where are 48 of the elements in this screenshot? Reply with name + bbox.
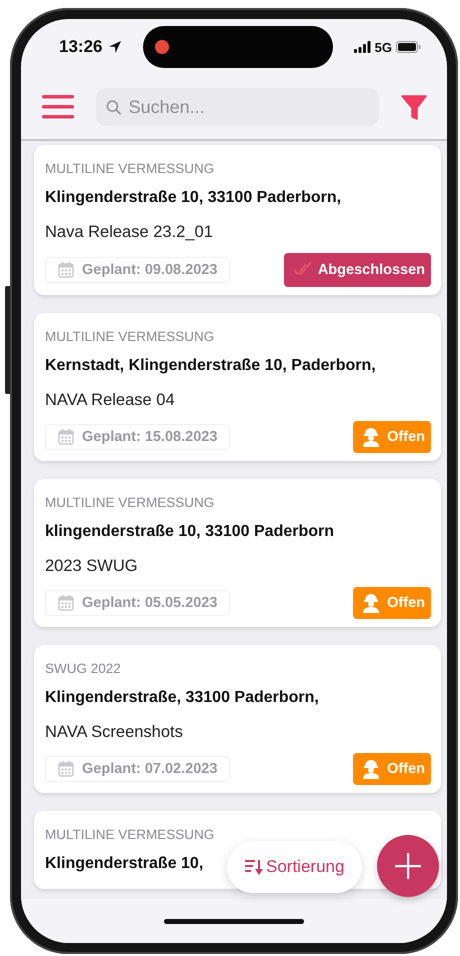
card-title: Kernstadt, Klingenderstraße 10, Paderborn, [45, 356, 376, 376]
planned-date: Geplant: 15.08.2023 [82, 429, 218, 445]
card-category: MULTILINE VERMESSUNG [45, 328, 216, 346]
location-arrow-icon [108, 40, 122, 54]
card-category: MULTILINE VERMESSUNG [45, 494, 216, 512]
task-card[interactable]: MULTILINE VERMESSUNG Klingenderstraße 10, 33100 Paderborn, Nava Release 23.2_01 Geplant: 09.08.2023 Abgeschlossen [34, 145, 441, 295]
calendar-icon [58, 761, 74, 777]
search-icon [106, 99, 121, 115]
card-category: MULTILINE VERMESSUNG [45, 826, 216, 844]
recording-dot-icon [155, 40, 170, 54]
filter-icon[interactable] [401, 94, 427, 120]
search-input[interactable]: Suchen... [126, 96, 379, 118]
task-card[interactable]: MULTILINE VERMESSUNG klingenderstraße 10, 33100 Paderborn 2023 SWUG Geplant: 05.05.2023 Offen [34, 479, 441, 627]
card-title: klingenderstraße 10, 33100 Paderborn [45, 522, 334, 542]
calendar-icon [58, 262, 74, 278]
worker-icon [361, 593, 382, 613]
sort-icon [245, 859, 263, 875]
worker-icon [361, 759, 382, 779]
status-label: Offen [387, 761, 425, 777]
clock-time: 13:26 [59, 37, 102, 57]
signal-icon [354, 41, 371, 53]
status-label: Offen [387, 595, 425, 611]
task-card[interactable]: SWUG 2022 Klingenderstraße, 33100 Paderborn, NAVA Screenshots Geplant: 07.02.2023 Offen [34, 645, 441, 793]
planned-date: Geplant: 07.02.2023 [82, 761, 218, 777]
card-subtitle: 2023 SWUG [45, 556, 139, 577]
card-subtitle: Nava Release 23.2_01 [45, 222, 214, 243]
card-category: SWUG 2022 [45, 660, 122, 678]
worker-icon [361, 427, 382, 447]
status-label: Offen [387, 429, 425, 445]
calendar-icon [58, 595, 74, 611]
battery-icon [396, 41, 421, 53]
plus-icon [395, 853, 421, 879]
planned-date: Geplant: 05.05.2023 [82, 595, 218, 611]
card-subtitle: NAVA Screenshots [45, 722, 184, 743]
search-field[interactable]: Suchen... [96, 88, 379, 126]
home-indicator[interactable] [164, 918, 304, 924]
menu-icon[interactable] [42, 95, 74, 119]
card-title: Klingenderstraße 10, 33100 Paderborn, [45, 188, 342, 208]
planned-date: Geplant: 09.08.2023 [82, 262, 218, 278]
card-category: MULTILINE VERMESSUNG [45, 160, 216, 178]
calendar-icon [58, 429, 74, 445]
card-title: Klingenderstraße 10, [45, 854, 204, 874]
card-title: Klingenderstraße, 33100 Paderborn, [45, 688, 319, 708]
card-subtitle: NAVA Release 04 [45, 390, 176, 411]
task-card[interactable]: MULTILINE VERMESSUNG Kernstadt, Klingenderstraße 10, Paderborn, NAVA Release 04 Geplant: 15.08.2023 Offen [34, 313, 441, 461]
status-label: Abgeschlossen [318, 262, 425, 278]
network-label: 5G [374, 40, 392, 54]
sort-button[interactable]: Sortierung [227, 841, 362, 893]
